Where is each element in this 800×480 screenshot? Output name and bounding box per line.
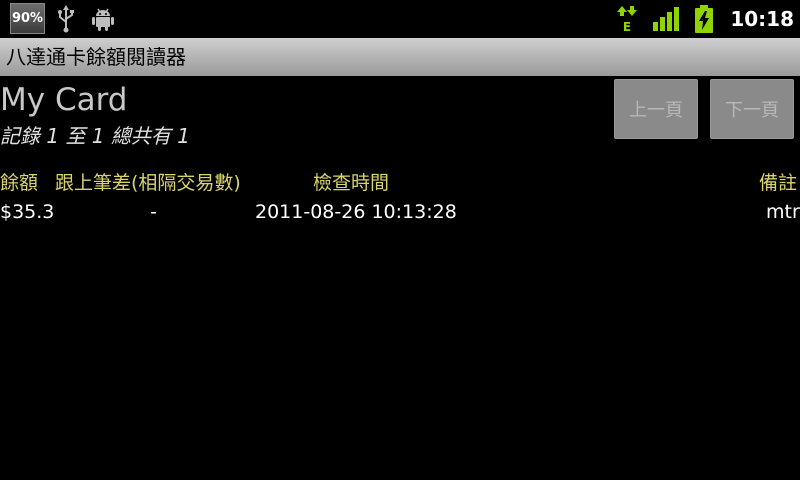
usb-icon	[58, 5, 74, 33]
battery-percent-badge: 90%	[10, 3, 45, 34]
android-icon	[92, 8, 114, 31]
record-summary: 記錄 1 至 1 總共有 1	[0, 124, 190, 148]
battery-charging-icon	[695, 5, 713, 33]
header-balance: 餘額	[0, 172, 39, 194]
header-check-time: 檢查時間	[313, 172, 390, 194]
previous-page-button[interactable]: 上一頁	[614, 79, 698, 139]
header-remarks: 備註	[759, 172, 798, 194]
cell-difference: -	[150, 201, 157, 223]
app-title: 八達通卡餘額閱讀器	[6, 45, 186, 69]
data-activity-icon: E	[617, 6, 637, 32]
card-name: My Card	[0, 82, 128, 118]
signal-icon	[653, 7, 679, 31]
next-page-button[interactable]: 下一頁	[710, 79, 794, 139]
cell-remarks: mtr	[766, 201, 800, 223]
cell-check-time: 2011-08-26 10:13:28	[255, 201, 457, 223]
network-type-label: E	[623, 20, 631, 32]
cell-balance: $35.3	[0, 201, 55, 223]
status-clock: 10:18	[730, 7, 794, 31]
status-bar: 90% E 10:18	[0, 0, 800, 38]
app-title-bar: 八達通卡餘額閱讀器	[0, 38, 800, 76]
header-difference: 跟上筆差(相隔交易數)	[55, 172, 241, 194]
